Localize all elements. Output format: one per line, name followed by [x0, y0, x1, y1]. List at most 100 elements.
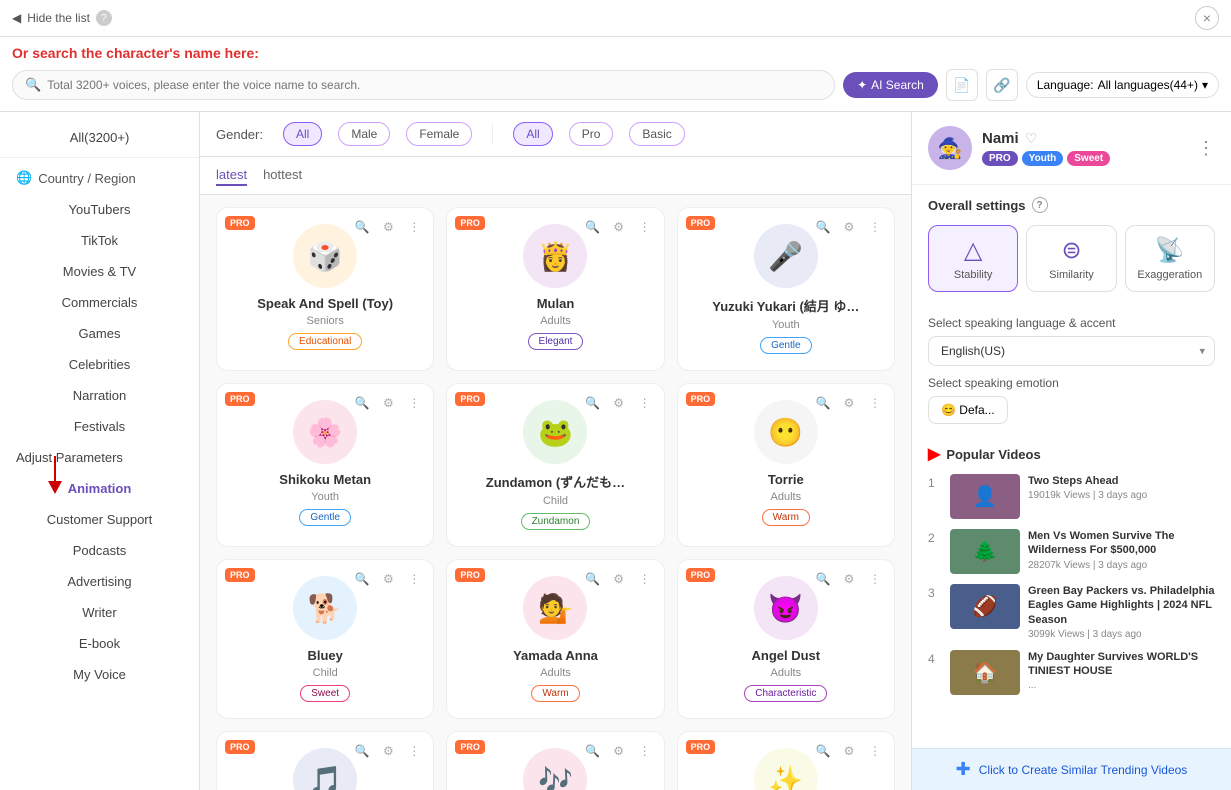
- sidebar-divider-1: [0, 157, 199, 158]
- more-card-icon[interactable]: ⋮: [634, 740, 656, 762]
- more-card-icon[interactable]: ⋮: [403, 740, 425, 762]
- question-icon[interactable]: ?: [1032, 197, 1048, 213]
- voice-card[interactable]: PRO 🔍 ⚙ ⋮ 💁 Yamada Anna Adults Warm: [446, 559, 664, 719]
- tab-hottest[interactable]: hottest: [263, 165, 302, 186]
- video-item[interactable]: 3 🏈 Green Bay Packers vs. Philadelphia E…: [928, 584, 1215, 640]
- sidebar-item-narration[interactable]: Narration: [0, 380, 199, 411]
- sidebar-item-my-voice[interactable]: My Voice: [0, 659, 199, 690]
- hide-list-btn[interactable]: ◀ Hide the list ?: [12, 10, 112, 26]
- sidebar-item-commercials[interactable]: Commercials: [0, 287, 199, 318]
- upload-button[interactable]: 📄: [946, 69, 978, 101]
- create-trending-btn[interactable]: ✚ Click to Create Similar Trending Video…: [912, 748, 1231, 790]
- sidebar-item-movies-tv[interactable]: Movies & TV: [0, 256, 199, 287]
- sidebar-item-festivals[interactable]: Festivals: [0, 411, 199, 442]
- heart-icon[interactable]: ♡: [1025, 130, 1038, 147]
- settings-card-icon[interactable]: ⚙: [608, 740, 630, 762]
- voice-card[interactable]: PRO 🔍 ⚙ ⋮ 🎵 Voice 10 Youth Gentle: [216, 731, 434, 790]
- setting-card-stability[interactable]: △ Stability: [928, 225, 1018, 292]
- more-card-icon[interactable]: ⋮: [634, 216, 656, 238]
- emotion-button[interactable]: 😊 Defa...: [928, 396, 1008, 424]
- more-card-icon[interactable]: ⋮: [403, 216, 425, 238]
- settings-card-icon[interactable]: ⚙: [377, 568, 399, 590]
- gender-male-btn[interactable]: Male: [338, 122, 390, 146]
- voice-card[interactable]: PRO 🔍 ⚙ ⋮ 🎲 Speak And Spell (Toy) Senior…: [216, 207, 434, 371]
- video-item[interactable]: 4 🏠 My Daughter Survives WORLD'S TINIEST…: [928, 650, 1215, 695]
- settings-card-icon[interactable]: ⚙: [838, 392, 860, 414]
- search-card-icon[interactable]: 🔍: [582, 392, 604, 414]
- settings-card-icon[interactable]: ⚙: [608, 568, 630, 590]
- search-card-icon[interactable]: 🔍: [351, 392, 373, 414]
- sidebar-item-podcasts[interactable]: Podcasts: [0, 535, 199, 566]
- settings-card-icon[interactable]: ⚙: [608, 392, 630, 414]
- more-card-icon[interactable]: ⋮: [864, 216, 886, 238]
- voice-card[interactable]: PRO 🔍 ⚙ ⋮ 👸 Mulan Adults Elegant: [446, 207, 664, 371]
- video-item[interactable]: 2 🌲 Men Vs Women Survive The Wilderness …: [928, 529, 1215, 574]
- sidebar-item-celebrities[interactable]: Celebrities: [0, 349, 199, 380]
- more-card-icon[interactable]: ⋮: [403, 392, 425, 414]
- tab-latest[interactable]: latest: [216, 165, 247, 186]
- more-card-icon[interactable]: ⋮: [864, 568, 886, 590]
- search-card-icon[interactable]: 🔍: [582, 216, 604, 238]
- close-button[interactable]: ×: [1195, 6, 1219, 30]
- settings-card-icon[interactable]: ⚙: [838, 216, 860, 238]
- info-icon[interactable]: ?: [96, 10, 112, 26]
- ai-search-button[interactable]: ✦ AI Search: [843, 72, 938, 98]
- sidebar-item-animation[interactable]: Animation: [0, 473, 199, 504]
- voice-card[interactable]: PRO 🔍 ⚙ ⋮ 🎶 Voice 11 Adults Warm: [446, 731, 664, 790]
- search-card-icon[interactable]: 🔍: [582, 568, 604, 590]
- search-card-icon[interactable]: 🔍: [351, 568, 373, 590]
- gender-all-btn[interactable]: All: [283, 122, 322, 146]
- search-card-icon[interactable]: 🔍: [812, 568, 834, 590]
- more-card-icon[interactable]: ⋮: [634, 568, 656, 590]
- sidebar-item-youtubers[interactable]: YouTubers: [0, 194, 199, 225]
- pro-badge: PRO: [686, 216, 716, 230]
- sidebar-item-adjust[interactable]: Adjust Parameters: [0, 442, 199, 473]
- voice-card[interactable]: PRO 🔍 ⚙ ⋮ ✨ Voice 12 Child Sweet: [677, 731, 895, 790]
- sidebar-item-games[interactable]: Games: [0, 318, 199, 349]
- more-card-icon[interactable]: ⋮: [864, 392, 886, 414]
- pro-badge: PRO: [686, 392, 716, 406]
- more-card-icon[interactable]: ⋮: [864, 740, 886, 762]
- settings-card-icon[interactable]: ⚙: [377, 740, 399, 762]
- search-card-icon[interactable]: 🔍: [812, 216, 834, 238]
- sidebar-item-tiktok[interactable]: TikTok: [0, 225, 199, 256]
- voice-card[interactable]: PRO 🔍 ⚙ ⋮ 🐸 Zundamon (ずんだも… Child Zundam…: [446, 383, 664, 547]
- settings-card-icon[interactable]: ⚙: [377, 216, 399, 238]
- type-all-btn[interactable]: All: [513, 122, 552, 146]
- settings-card-icon[interactable]: ⚙: [838, 568, 860, 590]
- setting-card-similarity[interactable]: ⊜ Similarity: [1026, 225, 1116, 292]
- settings-card-icon[interactable]: ⚙: [608, 216, 630, 238]
- settings-card-icon[interactable]: ⚙: [377, 392, 399, 414]
- language-select[interactable]: Language: All languages(44+) ▾: [1026, 72, 1219, 98]
- sidebar-item-advertising[interactable]: Advertising: [0, 566, 199, 597]
- video-item[interactable]: 1 👤 Two Steps Ahead 19019k Views | 3 day…: [928, 474, 1215, 519]
- more-card-icon[interactable]: ⋮: [403, 568, 425, 590]
- more-card-icon[interactable]: ⋮: [634, 392, 656, 414]
- language-dropdown[interactable]: English(US): [928, 336, 1215, 366]
- search-card-icon[interactable]: 🔍: [812, 740, 834, 762]
- settings-card-icon[interactable]: ⚙: [838, 740, 860, 762]
- more-options-icon[interactable]: ⋮: [1197, 138, 1215, 159]
- voice-card[interactable]: PRO 🔍 ⚙ ⋮ 😈 Angel Dust Adults Characteri…: [677, 559, 895, 719]
- voice-card[interactable]: PRO 🔍 ⚙ ⋮ 🐕 Bluey Child Sweet: [216, 559, 434, 719]
- sidebar-item-all[interactable]: All(3200+): [0, 122, 199, 153]
- video-info: Men Vs Women Survive The Wilderness For …: [1028, 529, 1215, 571]
- search-card-icon[interactable]: 🔍: [351, 216, 373, 238]
- voice-card[interactable]: PRO 🔍 ⚙ ⋮ 🌸 Shikoku Metan Youth Gentle: [216, 383, 434, 547]
- sidebar-item-country[interactable]: 🌐 Country / Region: [0, 162, 199, 194]
- setting-card-exaggeration[interactable]: 📡 Exaggeration: [1125, 225, 1215, 292]
- type-basic-btn[interactable]: Basic: [629, 122, 684, 146]
- sidebar-item-writer[interactable]: Writer: [0, 597, 199, 628]
- search-card-icon[interactable]: 🔍: [582, 740, 604, 762]
- gender-female-btn[interactable]: Female: [406, 122, 472, 146]
- link-button[interactable]: 🔗: [986, 69, 1018, 101]
- user-tag-youth: Youth: [1022, 151, 1064, 166]
- sidebar-item-customer-support[interactable]: Customer Support: [0, 504, 199, 535]
- search-input[interactable]: [47, 78, 822, 92]
- voice-card[interactable]: PRO 🔍 ⚙ ⋮ 😶 Torrie Adults Warm: [677, 383, 895, 547]
- search-card-icon[interactable]: 🔍: [812, 392, 834, 414]
- type-pro-btn[interactable]: Pro: [569, 122, 614, 146]
- sidebar-item-ebook[interactable]: E-book: [0, 628, 199, 659]
- voice-card[interactable]: PRO 🔍 ⚙ ⋮ 🎤 Yuzuki Yukari (結月 ゆ… Youth G…: [677, 207, 895, 371]
- search-card-icon[interactable]: 🔍: [351, 740, 373, 762]
